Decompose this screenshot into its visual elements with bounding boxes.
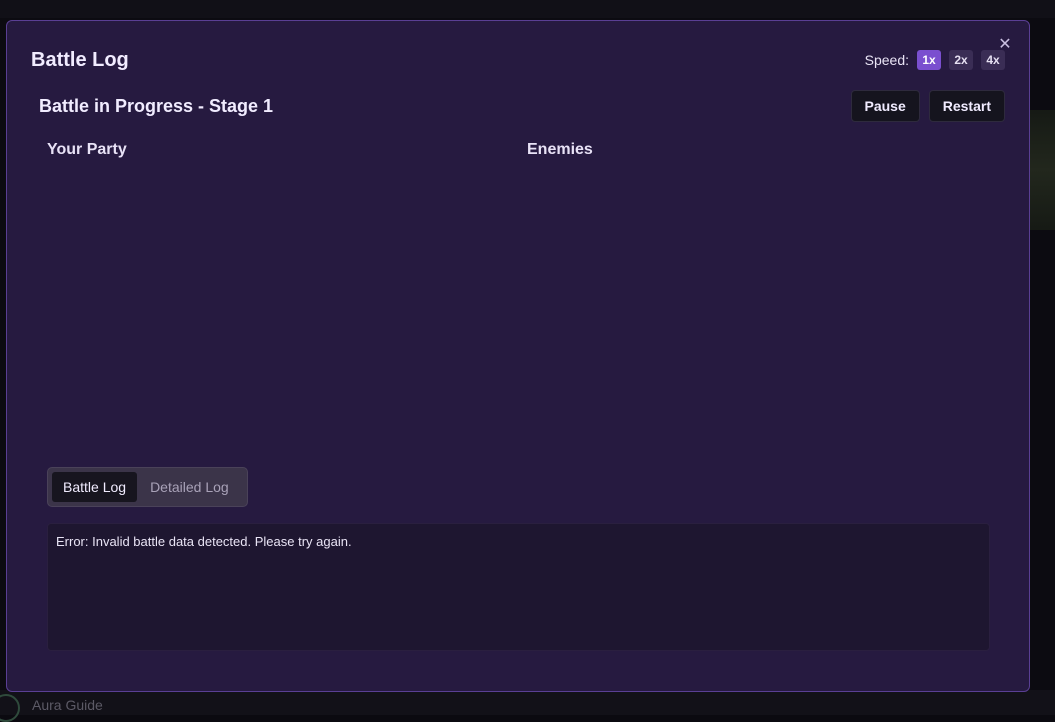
battle-log-panel[interactable]: Error: Invalid battle data detected. Ple… (47, 523, 990, 651)
restart-button[interactable]: Restart (928, 90, 1005, 122)
speed-label: Speed: (864, 52, 909, 68)
enemies-roster-area (527, 167, 987, 457)
modal-title: Battle Log (31, 49, 129, 71)
tab-detailed-log[interactable]: Detailed Log (139, 472, 240, 502)
speed-4x-button[interactable]: 4x (981, 50, 1005, 70)
party-roster-area (47, 167, 507, 457)
enemies-heading: Enemies (527, 141, 593, 158)
speed-2x-button[interactable]: 2x (949, 50, 973, 70)
speed-1x-button[interactable]: 1x (917, 50, 941, 70)
speed-control: Speed: 1x 2x 4x (865, 50, 1005, 70)
battle-log-modal: ✕ Battle Log Speed: 1x 2x 4x Battle in P… (6, 20, 1030, 692)
background-top-bar (0, 0, 1055, 18)
background-footer (0, 690, 1055, 715)
pause-button[interactable]: Pause (850, 90, 920, 122)
background-side-strip (1027, 110, 1055, 230)
aura-guide-label[interactable]: Aura Guide (32, 697, 103, 713)
log-tabs: Battle Log Detailed Log (47, 467, 248, 507)
battle-status-title: Battle in Progress - Stage 1 (39, 96, 274, 116)
battle-actions: Pause Restart (850, 90, 1005, 122)
log-entry: Error: Invalid battle data detected. Ple… (56, 534, 352, 549)
your-party-heading: Your Party (47, 141, 127, 158)
tab-battle-log[interactable]: Battle Log (52, 472, 138, 502)
